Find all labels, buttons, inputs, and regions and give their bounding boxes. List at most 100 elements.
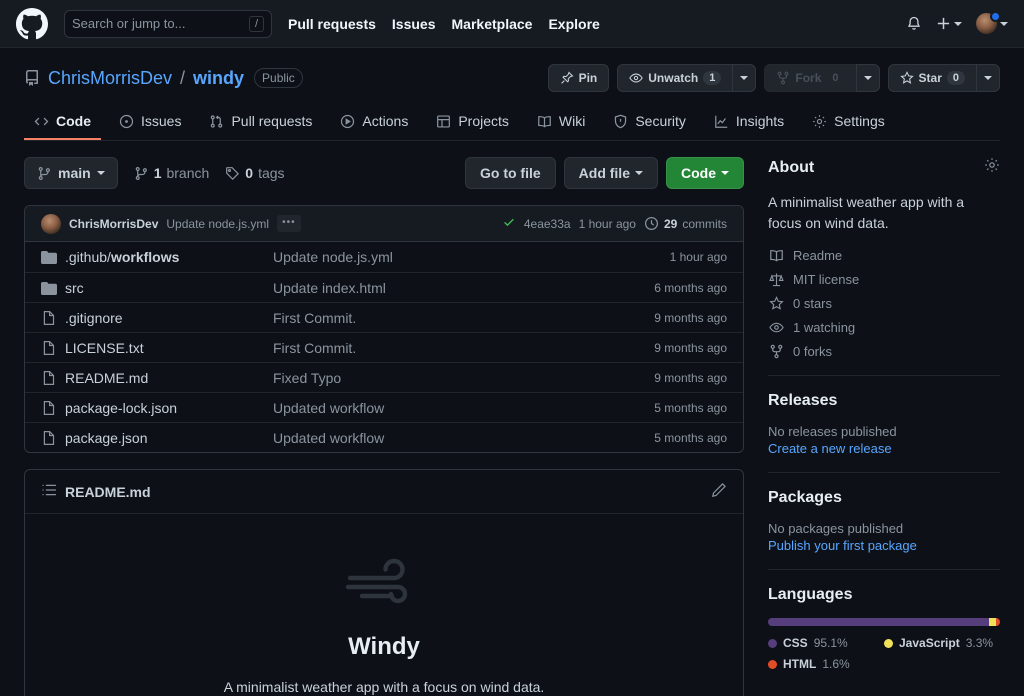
language-legend-item[interactable]: HTML 1.6%	[768, 657, 884, 671]
about-forks-link[interactable]: 0 forks	[768, 344, 1000, 359]
language-percent: 3.3%	[965, 636, 994, 650]
about-watching-link[interactable]: 1 watching	[768, 320, 1000, 335]
check-icon[interactable]	[502, 215, 516, 232]
language-color-dot	[768, 638, 777, 648]
packages-title: Packages	[768, 489, 842, 506]
language-name: CSS	[783, 636, 808, 650]
about-license-link[interactable]: MIT license	[768, 272, 1000, 287]
table-row: package-lock.json Updated workflow 5 month…	[25, 392, 743, 422]
tab-security[interactable]: Security	[603, 106, 696, 140]
file-commit-time: 6 months ago	[654, 280, 727, 295]
code-icon	[34, 114, 49, 129]
commit-message[interactable]: Update node.js.yml	[166, 217, 269, 231]
tab-actions[interactable]: Actions	[330, 106, 418, 140]
watch-dropdown-button[interactable]	[732, 64, 757, 92]
languages-title: Languages	[768, 586, 853, 603]
repo-owner-link[interactable]: ChrisMorrisDev	[48, 68, 172, 89]
table-icon	[436, 114, 451, 129]
publish-package-link[interactable]: Publish your first package	[768, 538, 1000, 553]
nav-pull-requests[interactable]: Pull requests	[288, 16, 376, 32]
bell-icon[interactable]	[906, 16, 922, 32]
file-commit-message[interactable]: First Commit.	[273, 340, 654, 356]
file-name-link[interactable]: package-lock.json	[65, 400, 273, 416]
commits-count-value: 29	[663, 216, 678, 231]
go-to-file-button[interactable]: Go to file	[464, 157, 556, 189]
repo-action-buttons: Pin Unwatch 1 Fork 0 Star 0	[547, 64, 1000, 92]
create-release-link[interactable]: Create a new release	[768, 441, 1000, 456]
shield-icon	[613, 114, 628, 129]
nav-issues[interactable]: Issues	[392, 16, 436, 32]
file-icon	[41, 310, 57, 326]
commits-count[interactable]: 29 commits	[644, 216, 727, 231]
status-badge	[990, 11, 1001, 22]
tag-count[interactable]: 0 tags	[225, 165, 285, 181]
about-readme-link[interactable]: Readme	[768, 248, 1000, 263]
file-commit-message[interactable]: Fixed Typo	[273, 370, 654, 386]
tab-insights[interactable]: Insights	[704, 106, 794, 140]
tab-wiki[interactable]: Wiki	[527, 106, 595, 140]
header-nav: Pull requests Issues Marketplace Explore	[288, 16, 600, 32]
book-icon	[768, 248, 784, 263]
about-title: About	[768, 158, 815, 176]
file-commit-message[interactable]: Update node.js.yml	[273, 249, 670, 265]
search-input[interactable]: Search or jump to... /	[64, 9, 272, 38]
star-count: 0	[946, 71, 965, 85]
pencil-icon[interactable]	[711, 482, 727, 501]
language-percent: 95.1%	[813, 636, 848, 650]
git-pull-request-icon	[209, 114, 224, 129]
language-color-dot	[884, 638, 893, 648]
file-commit-message[interactable]: Update index.html	[273, 280, 654, 296]
fork-dropdown-button[interactable]	[855, 64, 880, 92]
fork-button[interactable]: Fork 0	[764, 64, 856, 92]
nav-explore[interactable]: Explore	[548, 16, 599, 32]
create-new-button[interactable]	[936, 16, 962, 31]
tab-settings[interactable]: Settings	[802, 106, 895, 140]
star-dropdown-button[interactable]	[976, 64, 1000, 92]
tag-count-value: 0	[245, 165, 254, 181]
pin-button[interactable]: Pin	[547, 64, 610, 92]
file-name-link[interactable]: .github/workflows	[65, 249, 273, 265]
file-name-link[interactable]: package.json	[65, 430, 273, 446]
page-body: main 1 branch 0 tags Go to file Add file	[0, 141, 1024, 696]
branch-count[interactable]: 1 branch	[134, 165, 209, 181]
commit-meta: 4eae33a 1 hour ago 29 commits	[502, 215, 727, 232]
file-commit-message[interactable]: First Commit.	[273, 310, 654, 326]
file-commit-message[interactable]: Updated workflow	[273, 400, 654, 416]
file-commit-message[interactable]: Updated workflow	[273, 430, 654, 446]
file-name-link[interactable]: README.md	[65, 370, 273, 386]
add-file-button[interactable]: Add file	[563, 157, 658, 189]
repo-tabs: Code Issues Pull requests Actions Projec…	[24, 106, 1000, 140]
readme-header: README.md	[25, 470, 743, 514]
github-mark-icon[interactable]	[16, 7, 48, 40]
chevron-down-icon	[740, 76, 749, 80]
file-name-link[interactable]: src	[65, 280, 273, 296]
sidebar-divider	[768, 375, 1000, 376]
tab-projects[interactable]: Projects	[426, 106, 519, 140]
unwatch-button[interactable]: Unwatch 1	[617, 64, 733, 92]
commit-hash[interactable]: 4eae33a	[524, 217, 571, 231]
repo-name-link[interactable]: windy	[193, 68, 244, 89]
gear-icon[interactable]	[984, 157, 1000, 178]
file-name-link[interactable]: LICENSE.txt	[65, 340, 273, 356]
commit-author-name[interactable]: ChrisMorrisDev	[69, 217, 158, 231]
tab-code[interactable]: Code	[24, 106, 101, 140]
language-legend-item[interactable]: CSS 95.1%	[768, 636, 884, 650]
user-menu-button[interactable]	[976, 11, 1008, 34]
code-button-label: Code	[681, 165, 716, 181]
folder-icon	[41, 280, 57, 296]
branch-selector-button[interactable]: main	[24, 157, 118, 189]
commit-expand-button[interactable]: •••	[277, 215, 301, 232]
list-unordered-icon[interactable]	[41, 482, 57, 501]
language-legend-item[interactable]: JavaScript 3.3%	[884, 636, 1000, 650]
table-row: src Update index.html 6 months ago	[25, 272, 743, 302]
star-button[interactable]: Star 0	[887, 64, 976, 92]
file-name-link[interactable]: .gitignore	[65, 310, 273, 326]
tab-pull-requests[interactable]: Pull requests	[199, 106, 322, 140]
about-stars-link[interactable]: 0 stars	[768, 296, 1000, 311]
nav-marketplace[interactable]: Marketplace	[452, 16, 533, 32]
tab-pull-requests-label: Pull requests	[231, 113, 313, 129]
tab-issues[interactable]: Issues	[109, 106, 191, 140]
code-button[interactable]: Code	[666, 157, 744, 189]
language-bar-segment	[768, 618, 989, 626]
wind-icon	[41, 554, 727, 615]
